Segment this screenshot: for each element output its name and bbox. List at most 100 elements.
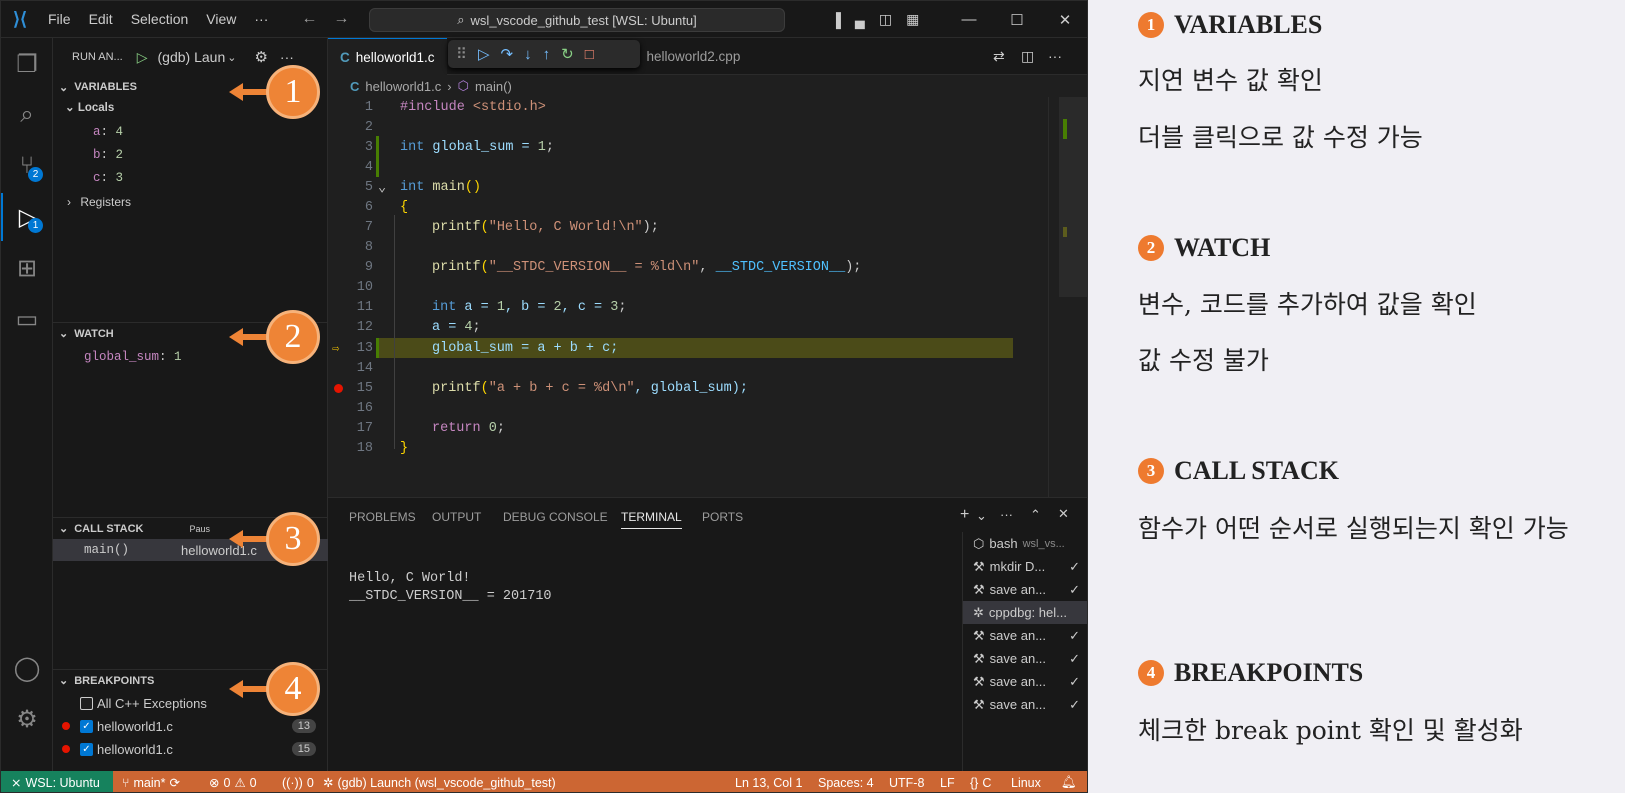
forward-arrow-icon[interactable]: →	[333, 10, 349, 28]
registers-scope[interactable]: › Registers	[67, 195, 131, 209]
code-editor[interactable]: 1 #include <stdio.h> 2 3 int global_sum = …	[328, 97, 1087, 497]
customize-layout-icon[interactable]: ▦	[906, 11, 919, 28]
maximize-icon[interactable]: ☐	[993, 11, 1041, 29]
terminal-item[interactable]: ⚒ mkdir D... ✓	[963, 555, 1087, 578]
close-panel-icon[interactable]: ✕	[1058, 506, 1069, 522]
breadcrumb-file[interactable]: helloworld1.c	[365, 79, 441, 94]
variable-c[interactable]: c: 3	[93, 171, 123, 185]
check-icon: ✓	[1069, 558, 1080, 574]
split-editor-icon[interactable]: ◫	[1021, 48, 1034, 65]
terminal-shell-icon: ⬡	[973, 535, 985, 551]
branch-icon: ⑂	[122, 775, 130, 790]
tab-problems[interactable]: PROBLEMS	[349, 510, 416, 524]
menu-view[interactable]: View	[197, 11, 245, 27]
explorer-icon[interactable]: ❐	[1, 40, 53, 88]
toggle-secondary-sidebar-icon[interactable]: ◫	[879, 11, 892, 28]
back-arrow-icon[interactable]: ←	[301, 10, 317, 28]
more-actions-icon[interactable]: ···	[280, 49, 294, 65]
variable-b[interactable]: b: 2	[93, 148, 123, 162]
tab-terminal[interactable]: TERMINAL	[621, 510, 682, 529]
terminal-output[interactable]: Hello, C World! __STDC_VERSION__ = 201710	[349, 570, 552, 606]
watch-expression[interactable]: global_sum: 1	[84, 350, 182, 364]
menu-more[interactable]: ···	[245, 11, 277, 27]
extensions-icon[interactable]: ⊞	[1, 244, 53, 292]
notifications-bell-icon[interactable]: 🔔︎	[1061, 771, 1077, 792]
terminal-item[interactable]: ⬡ bash wsl_vs...	[963, 532, 1087, 555]
launch-config-select[interactable]: (gdb) Laun	[158, 49, 226, 65]
chevron-down-icon[interactable]: ⌄	[976, 508, 987, 524]
problems-indicator[interactable]: ⊗ 0 ⚠ 0	[209, 771, 257, 792]
code-line: return 0;	[432, 420, 505, 436]
breakpoint-row[interactable]: ✓ helloworld1.c 15	[53, 738, 328, 760]
step-into-icon[interactable]: ↓	[524, 46, 532, 63]
restart-icon[interactable]: ↻	[561, 45, 574, 63]
menu-edit[interactable]: Edit	[80, 11, 122, 27]
settings-gear-icon[interactable]: ⚙	[1, 695, 53, 743]
language-label: C	[982, 775, 992, 790]
start-debug-icon[interactable]: ▷	[137, 49, 148, 66]
fold-chevron-icon[interactable]: ⌄	[378, 179, 386, 196]
continue-icon[interactable]: ▷	[478, 45, 490, 63]
branch-indicator[interactable]: ⑂ main* ⟳	[122, 771, 180, 792]
search-view-icon[interactable]: ⌕	[1, 91, 53, 139]
tab-debug-console[interactable]: DEBUG CONSOLE	[503, 510, 608, 524]
terminal-item[interactable]: ⚒ save an... ✓	[963, 670, 1087, 693]
note-title: VARIABLES	[1174, 10, 1323, 39]
encoding[interactable]: UTF-8	[889, 771, 924, 792]
line-number: 9	[364, 259, 373, 275]
toggle-sidebar-icon[interactable]: ▐	[831, 12, 841, 28]
config-gear-icon[interactable]: ⚙	[254, 48, 267, 66]
close-icon[interactable]: ✕	[1041, 11, 1087, 29]
breakpoint-checkbox[interactable]: ✓	[80, 719, 93, 733]
tab-ports[interactable]: PORTS	[702, 510, 743, 524]
open-changes-icon[interactable]: ⇄	[993, 48, 1005, 65]
language-mode[interactable]: {} C	[970, 771, 992, 792]
maximize-panel-icon[interactable]: ⌃	[1030, 507, 1041, 523]
accounts-icon[interactable]: ◯	[1, 644, 53, 692]
variable-a[interactable]: a: 4	[93, 125, 123, 139]
debug-launch-indicator[interactable]: ✲ (gdb) Launch (wsl_vscode_github_test)	[323, 771, 556, 792]
drag-handle-icon[interactable]: ⠿	[456, 45, 467, 63]
watch-title: WATCH	[74, 327, 114, 340]
stop-icon[interactable]: □	[585, 46, 594, 63]
step-out-icon[interactable]: ↑	[543, 46, 551, 63]
remote-label: WSL: Ubuntu	[25, 775, 100, 790]
terminal-item[interactable]: ⚒ save an... ✓	[963, 647, 1087, 670]
minimize-icon[interactable]: —	[945, 11, 993, 28]
breakpoint-checkbox[interactable]: ✓	[80, 742, 93, 756]
new-terminal-icon[interactable]: +	[960, 506, 969, 524]
line-number: 11	[356, 299, 373, 315]
breakpoint-row[interactable]: ✓ helloworld1.c 13	[53, 715, 328, 737]
menu-file[interactable]: File	[39, 11, 80, 27]
terminal-item[interactable]: ⚒ save an... ✓	[963, 624, 1087, 647]
tools-icon: ⚒	[973, 673, 985, 689]
menu-selection[interactable]: Selection	[122, 11, 198, 27]
step-over-icon[interactable]: ↷	[501, 45, 514, 63]
command-center-search[interactable]: ⌕ wsl_vscode_github_test [WSL: Ubuntu]	[369, 8, 785, 32]
note-text: 변수, 코드를 추가하여 값을 확인	[1138, 290, 1477, 319]
breadcrumb-symbol[interactable]: main()	[475, 79, 512, 94]
line-ending[interactable]: LF	[940, 771, 955, 792]
exception-checkbox[interactable]	[80, 696, 93, 710]
cursor-position[interactable]: Ln 13, Col 1	[735, 771, 802, 792]
toggle-panel-icon[interactable]: ▄	[855, 12, 865, 28]
stack-frame-file: helloworld1.c	[181, 542, 257, 558]
platform[interactable]: Linux	[1011, 771, 1041, 792]
locals-scope[interactable]: ⌄ Locals	[65, 100, 114, 114]
remote-indicator[interactable]: ⨯ WSL: Ubuntu	[1, 771, 113, 792]
remote-explorer-icon[interactable]: ▭	[1, 295, 53, 343]
source-control-icon[interactable]: ⑂ 2	[1, 142, 53, 190]
terminal-item[interactable]: ⚒ save an... ✓	[963, 578, 1087, 601]
terminal-item[interactable]: ⚒ save an... ✓	[963, 693, 1087, 716]
breakpoint-line: 15	[291, 742, 316, 756]
panel-more-icon[interactable]: ···	[1000, 507, 1013, 522]
indentation[interactable]: Spaces: 4	[818, 771, 874, 792]
editor-more-icon[interactable]: ···	[1048, 48, 1062, 64]
tab-output[interactable]: OUTPUT	[432, 510, 481, 524]
breakpoint-dot-icon[interactable]	[334, 383, 343, 393]
chevron-down-icon[interactable]: ⌄	[227, 51, 236, 64]
ports-indicator[interactable]: ((·)) 0	[282, 771, 314, 792]
terminal-item[interactable]: ✲ cppdbg: hel...	[963, 601, 1087, 624]
run-debug-icon[interactable]: ▷ 1	[1, 193, 53, 241]
tab-helloworld1[interactable]: C helloworld1.c	[328, 38, 447, 75]
